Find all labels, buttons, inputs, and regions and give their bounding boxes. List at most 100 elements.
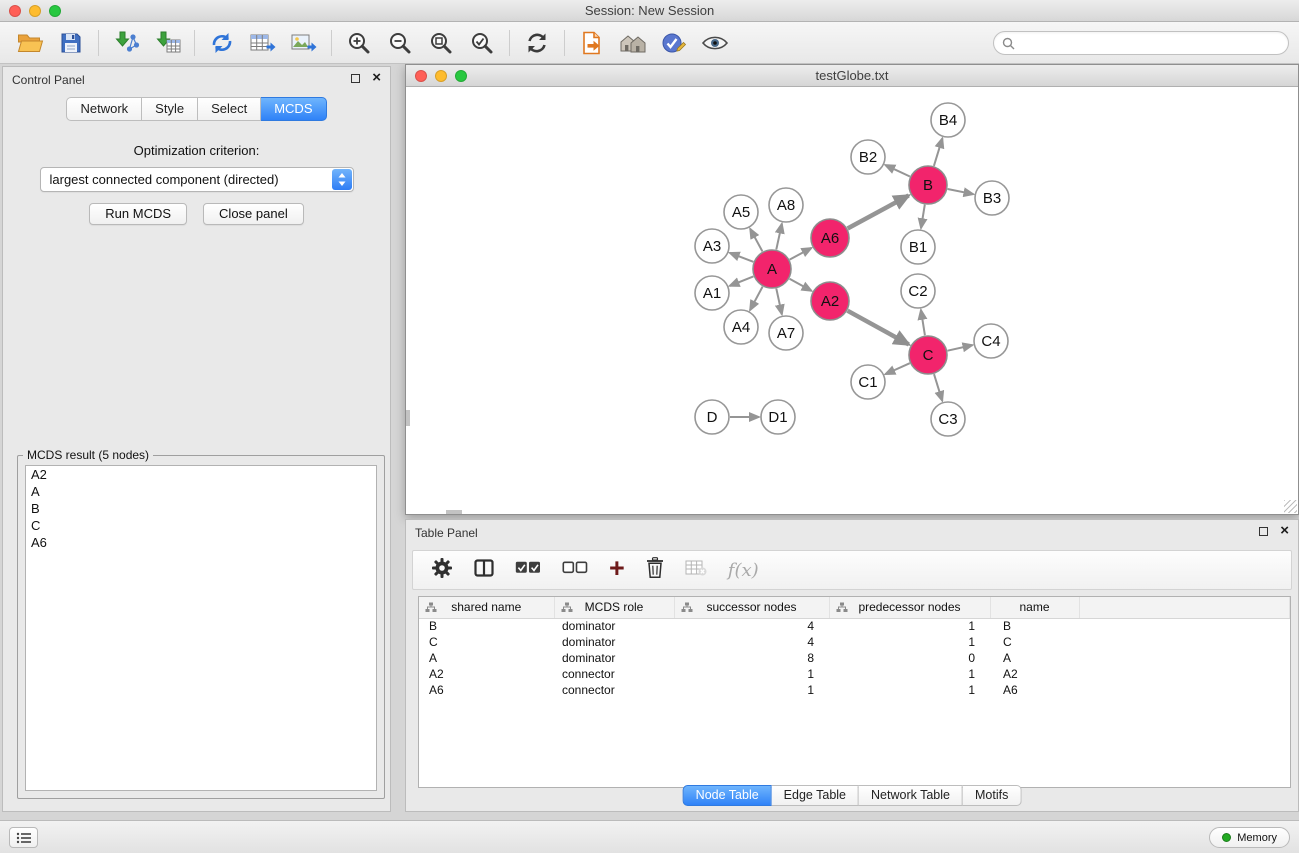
tab-network-table[interactable]: Network Table	[859, 785, 963, 806]
column-header-successor-nodes[interactable]: successor nodes	[674, 597, 829, 618]
close-table-panel-icon[interactable]: ×	[1280, 526, 1289, 536]
table-row[interactable]: A2connector11A2	[419, 666, 1290, 682]
horizontal-scroll-indicator[interactable]	[446, 510, 462, 514]
close-window-button[interactable]	[9, 5, 21, 17]
table-cell[interactable]: 1	[829, 634, 990, 650]
graph-edge-C-C3[interactable]	[934, 374, 942, 401]
table-settings-button[interactable]	[431, 557, 453, 584]
table-cell[interactable]: 0	[829, 650, 990, 666]
tab-edge-table[interactable]: Edge Table	[772, 785, 859, 806]
tab-node-table[interactable]: Node Table	[683, 785, 772, 806]
float-table-panel-icon[interactable]	[1259, 527, 1268, 536]
table-cell[interactable]: A	[990, 650, 1079, 666]
mcds-result-list[interactable]: A2ABCA6	[25, 465, 377, 791]
tab-motifs[interactable]: Motifs	[963, 785, 1021, 806]
graph-edge-A-A1[interactable]	[730, 276, 754, 286]
tab-style[interactable]: Style	[142, 97, 198, 121]
graph-edge-A-A7[interactable]	[776, 289, 782, 315]
zoom-in-button[interactable]	[341, 27, 377, 59]
table-cell[interactable]: 1	[829, 666, 990, 682]
task-history-button[interactable]	[9, 827, 38, 848]
graph-edge-A2-C[interactable]	[848, 311, 909, 345]
column-header-mcds-role[interactable]: MCDS role	[554, 597, 674, 618]
tab-select[interactable]: Select	[198, 97, 261, 121]
table-cell[interactable]: 4	[674, 618, 829, 634]
run-mcds-button[interactable]: Run MCDS	[89, 203, 187, 225]
graph-edge-A-A3[interactable]	[730, 253, 754, 262]
memory-button[interactable]: Memory	[1209, 827, 1290, 848]
graph-edge-A-A8[interactable]	[776, 224, 782, 250]
table-cell[interactable]: A6	[419, 682, 554, 698]
table-cell[interactable]: A	[419, 650, 554, 666]
close-view-button[interactable]	[415, 70, 427, 82]
mcds-result-item[interactable]: A6	[26, 534, 376, 551]
zoom-window-button[interactable]	[49, 5, 61, 17]
graph-edge-B-B3[interactable]	[948, 189, 974, 194]
table-cell[interactable]: 1	[829, 682, 990, 698]
table-row[interactable]: Adominator80A	[419, 650, 1290, 666]
search-input[interactable]	[1015, 33, 1288, 53]
tab-mcds[interactable]: MCDS	[261, 97, 326, 121]
minimize-view-button[interactable]	[435, 70, 447, 82]
minimize-window-button[interactable]	[29, 5, 41, 17]
delete-column-button[interactable]	[646, 557, 664, 583]
graph-edge-A6-B[interactable]	[848, 196, 909, 229]
graph-edge-C-C1[interactable]	[885, 363, 910, 374]
table-cell[interactable]: 1	[674, 666, 829, 682]
network-file-button[interactable]	[574, 27, 610, 59]
table-cell[interactable]: 8	[674, 650, 829, 666]
vertical-scroll-indicator[interactable]	[406, 410, 410, 426]
table-cell[interactable]: dominator	[554, 634, 674, 650]
optimization-criterion-select[interactable]: largest connected component (directed)	[40, 167, 354, 192]
table-cell[interactable]: 1	[829, 618, 990, 634]
table-cell[interactable]: A2	[990, 666, 1079, 682]
table-cell[interactable]: dominator	[554, 618, 674, 634]
zoom-out-button[interactable]	[382, 27, 418, 59]
table-row[interactable]: Cdominator41C	[419, 634, 1290, 650]
mcds-result-item[interactable]: A2	[26, 466, 376, 483]
open-file-button[interactable]	[12, 27, 48, 59]
table-cell[interactable]: connector	[554, 666, 674, 682]
column-header-predecessor-nodes[interactable]: predecessor nodes	[829, 597, 990, 618]
column-header-shared-name[interactable]: shared name	[419, 597, 554, 618]
delete-table-button[interactable]	[685, 560, 707, 581]
home-button[interactable]	[615, 27, 651, 59]
save-session-button[interactable]	[53, 27, 89, 59]
graph-edge-B-B1[interactable]	[921, 205, 925, 229]
show-hide-button[interactable]	[697, 27, 733, 59]
table-cell[interactable]: dominator	[554, 650, 674, 666]
table-cell[interactable]: connector	[554, 682, 674, 698]
import-network-button[interactable]	[108, 27, 144, 59]
column-header-name[interactable]: name	[990, 597, 1079, 618]
graph-edge-B-B4[interactable]	[934, 138, 943, 166]
graph-edge-C-C4[interactable]	[948, 345, 973, 351]
table-row[interactable]: A6connector11A6	[419, 682, 1290, 698]
float-panel-icon[interactable]	[351, 74, 360, 83]
style-check-button[interactable]	[656, 27, 692, 59]
select-all-button[interactable]	[515, 561, 541, 579]
mcds-result-item[interactable]: B	[26, 500, 376, 517]
refresh-button[interactable]	[519, 27, 555, 59]
table-cell[interactable]: C	[990, 634, 1079, 650]
tab-network[interactable]: Network	[66, 97, 142, 121]
graph-edge-C-C2[interactable]	[921, 310, 925, 335]
network-graph-canvas[interactable]: B4B2BB3A8A5A6A3B1AA1C2A2A4A7C4CC1C3DD1	[406, 87, 1298, 514]
table-cell[interactable]: B	[990, 618, 1079, 634]
graph-edge-A-A2[interactable]	[790, 279, 812, 291]
table-row[interactable]: Bdominator41B	[419, 618, 1290, 634]
export-image-button[interactable]	[286, 27, 322, 59]
close-panel-button[interactable]: Close panel	[203, 203, 304, 225]
import-table-button[interactable]	[149, 27, 185, 59]
close-panel-icon[interactable]: ×	[372, 73, 381, 83]
table-cell[interactable]: C	[419, 634, 554, 650]
mcds-result-item[interactable]: A	[26, 483, 376, 500]
show-columns-button[interactable]	[474, 559, 494, 582]
table-cell[interactable]: 1	[674, 682, 829, 698]
table-cell[interactable]: B	[419, 618, 554, 634]
new-network-button[interactable]	[204, 27, 240, 59]
zoom-selected-button[interactable]	[464, 27, 500, 59]
network-window-titlebar[interactable]: testGlobe.txt	[406, 65, 1298, 87]
main-titlebar[interactable]: Session: New Session	[0, 0, 1299, 22]
table-cell[interactable]: 4	[674, 634, 829, 650]
table-cell[interactable]: A2	[419, 666, 554, 682]
